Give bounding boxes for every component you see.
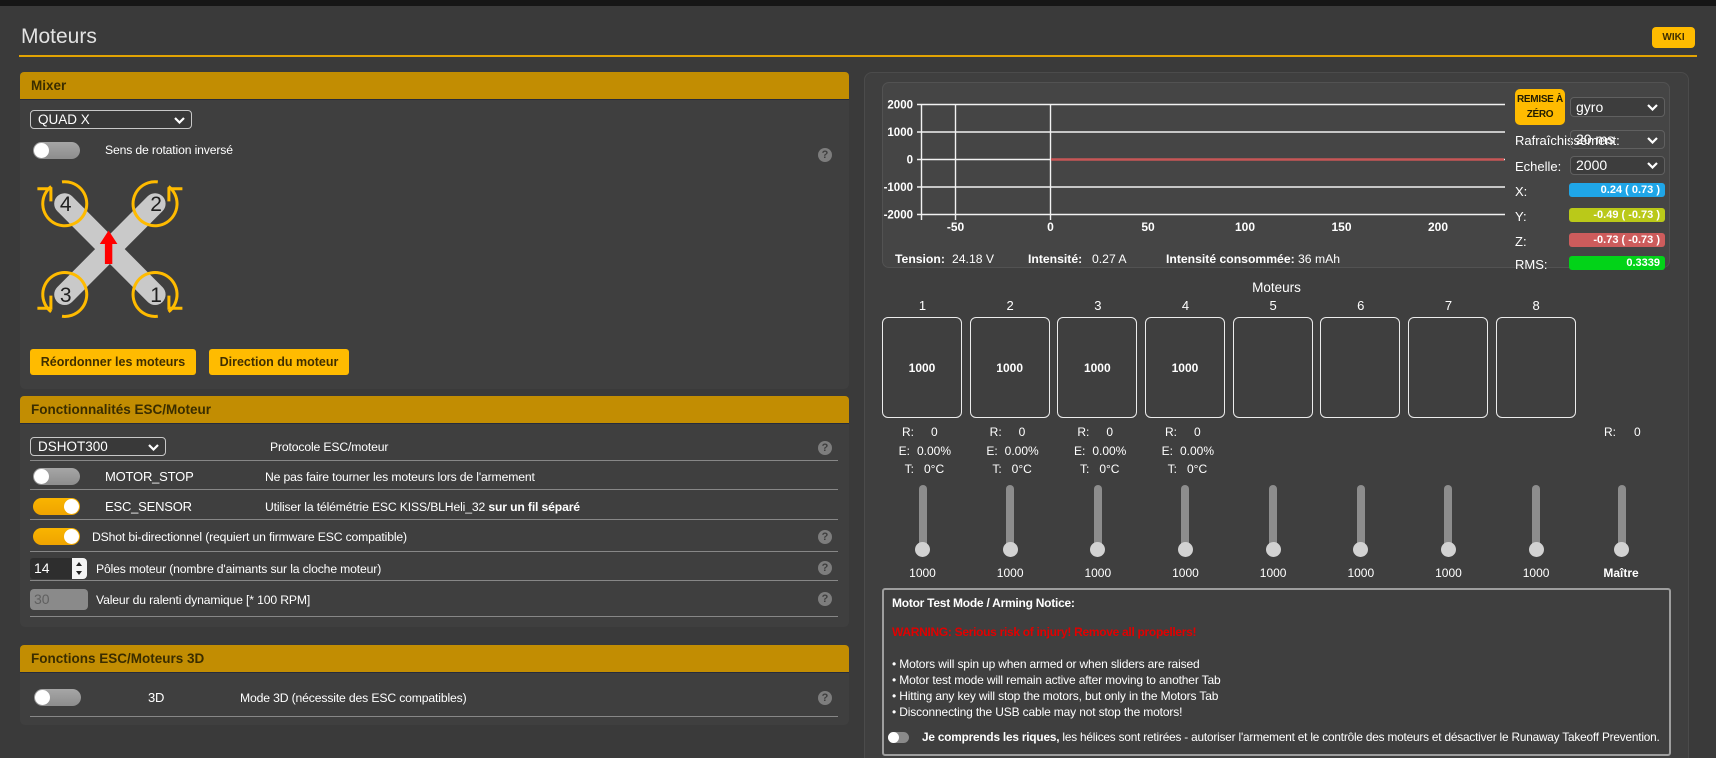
svg-text:2000: 2000 bbox=[887, 100, 913, 112]
svg-text:200: 200 bbox=[1428, 220, 1448, 234]
svg-text:1: 1 bbox=[150, 284, 162, 307]
svg-text:3: 3 bbox=[60, 284, 72, 307]
svg-text:150: 150 bbox=[1331, 220, 1351, 234]
svg-text:-2000: -2000 bbox=[884, 210, 913, 222]
svg-text:1000: 1000 bbox=[887, 127, 913, 139]
svg-text:0: 0 bbox=[1047, 220, 1054, 234]
svg-text:100: 100 bbox=[1235, 220, 1255, 234]
svg-text:-50: -50 bbox=[947, 220, 965, 234]
svg-text:-1000: -1000 bbox=[884, 182, 913, 194]
svg-text:50: 50 bbox=[1141, 220, 1155, 234]
svg-text:2: 2 bbox=[150, 193, 162, 216]
svg-text:0: 0 bbox=[907, 155, 913, 167]
svg-text:4: 4 bbox=[60, 193, 72, 216]
